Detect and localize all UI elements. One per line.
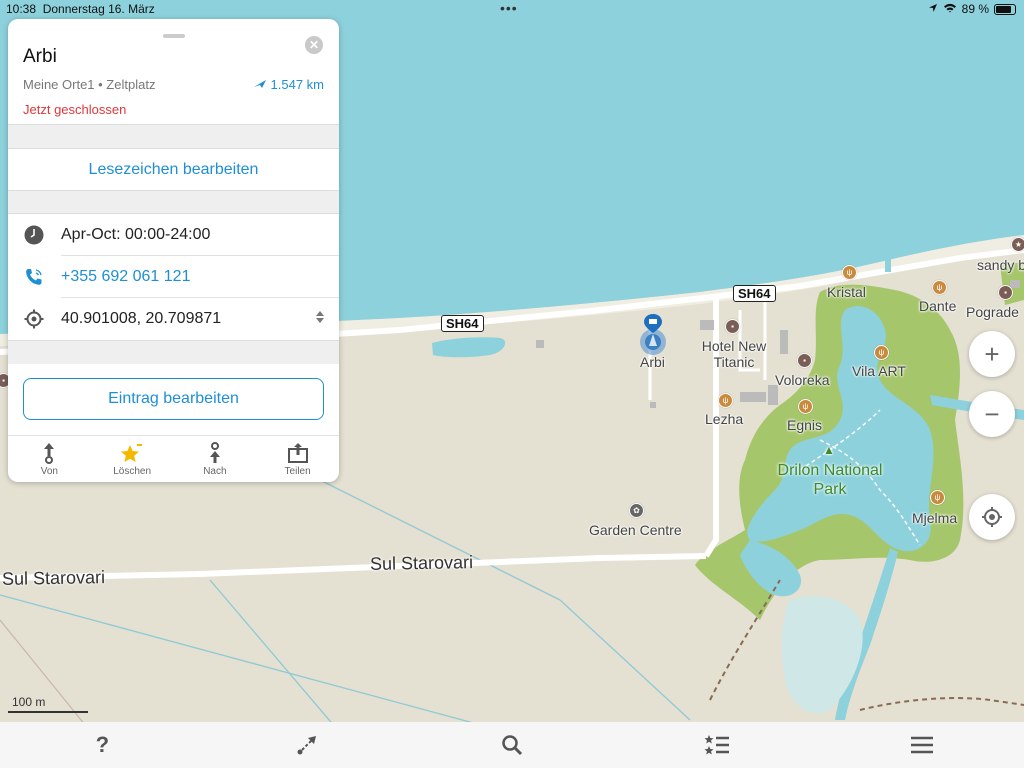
map-scale-bar xyxy=(8,711,88,713)
route-icon xyxy=(297,736,317,755)
poi-label-vila-art[interactable]: Vila ART xyxy=(852,363,906,379)
zoom-in-button[interactable]: + xyxy=(969,331,1015,377)
coordinates-text: 40.901008, 20.709871 xyxy=(61,310,222,327)
poi-label-arbi[interactable]: Arbi xyxy=(640,354,665,370)
minus-icon: − xyxy=(984,398,1000,429)
poi-label-kristal[interactable]: Kristal xyxy=(827,284,866,300)
poi-label-garden-centre[interactable]: Garden Centre xyxy=(589,522,682,538)
open-status: Jetzt geschlossen xyxy=(23,102,127,117)
map-scale-label: 100 m xyxy=(12,695,46,709)
restaurant-icon[interactable]: ψ xyxy=(874,345,889,360)
menu-icon xyxy=(910,736,933,754)
restaurant-icon[interactable]: ψ xyxy=(932,280,947,295)
battery-icon xyxy=(994,3,1016,15)
wifi-icon xyxy=(943,2,957,16)
poi-label-mjelma[interactable]: Mjelma xyxy=(912,510,957,526)
road-label-sul-starovari: Sul Starovari xyxy=(1,567,106,589)
multitask-dots-icon[interactable]: ••• xyxy=(500,0,518,16)
poi-label-hotel[interactable]: Hotel New Titanic xyxy=(697,338,771,370)
pin-icon xyxy=(640,314,666,355)
selected-place-pin[interactable] xyxy=(639,313,667,355)
hotel-icon[interactable]: ▪ xyxy=(725,319,740,334)
status-bar: 10:38 Donnerstag 16. März ••• 89 % xyxy=(0,0,1024,18)
help-icon: ? xyxy=(95,732,110,757)
sort-toggle-icon[interactable] xyxy=(315,310,325,329)
help-button[interactable]: ? xyxy=(82,725,122,765)
route-from-button[interactable]: Von xyxy=(8,436,91,482)
search-icon xyxy=(502,735,523,756)
status-time: 10:38 Donnerstag 16. März xyxy=(6,2,155,16)
poi-label-egnis[interactable]: Egnis xyxy=(787,417,822,433)
section-gap xyxy=(8,124,339,149)
place-card: ✕ Arbi Meine Orte1 • Zeltplatz 1.547 km … xyxy=(8,19,339,482)
poi-label-dante[interactable]: Dante xyxy=(919,298,956,314)
opening-hours-text: Apr-Oct: 00:00-24:00 xyxy=(61,226,211,243)
status-right: 89 % xyxy=(928,2,1016,16)
route-to-icon xyxy=(209,442,220,463)
place-subtitle: Meine Orte1 • Zeltplatz xyxy=(23,77,156,92)
distance-indicator: 1.547 km xyxy=(253,77,324,92)
close-button[interactable]: ✕ xyxy=(305,36,323,54)
road-shield-sh64: SH64 xyxy=(441,315,484,332)
my-location-button[interactable] xyxy=(969,494,1015,540)
opening-hours-row[interactable]: Apr-Oct: 00:00-24:00 xyxy=(8,214,339,256)
direction-arrow-icon xyxy=(253,77,267,92)
edit-bookmark-button[interactable]: Lesezeichen bearbeiten xyxy=(8,149,339,191)
location-arrow-icon xyxy=(928,2,938,16)
plus-icon: + xyxy=(984,338,1000,369)
park-tree-icon: ▲ xyxy=(823,443,835,457)
road-shield-sh64: SH64 xyxy=(733,285,776,302)
restaurant-icon[interactable]: ψ xyxy=(718,393,733,408)
menu-button[interactable] xyxy=(902,725,942,765)
close-icon: ✕ xyxy=(308,38,320,52)
restaurant-icon[interactable]: ψ xyxy=(842,265,857,280)
distance-value: 1.547 km xyxy=(270,77,324,92)
route-from-icon xyxy=(44,443,55,464)
bottom-toolbar: ? xyxy=(0,722,1024,768)
poi-label-voloreka[interactable]: Voloreka xyxy=(775,372,829,388)
poi-label-pogradec[interactable]: Pograde xyxy=(966,304,1019,320)
park-label-drilon[interactable]: Drilon National Park xyxy=(770,461,890,499)
section-gap xyxy=(8,340,339,364)
section-gap xyxy=(8,190,339,214)
restaurant-icon[interactable]: ψ xyxy=(798,399,813,414)
crosshair-icon xyxy=(24,309,44,329)
hotel-icon[interactable]: ▪ xyxy=(797,353,812,368)
card-action-bar: Von Löschen Nach Teilen xyxy=(8,435,339,482)
share-label: Teilen xyxy=(284,466,311,477)
poi-label-sandy[interactable]: sandy b xyxy=(977,257,1024,273)
share-icon xyxy=(287,443,308,463)
delete-bookmark-label: Löschen xyxy=(113,466,152,477)
hotel-icon[interactable]: ▪ xyxy=(998,285,1013,300)
locate-icon xyxy=(982,507,1002,527)
route-from-label: Von xyxy=(40,466,58,477)
phone-number-link[interactable]: +355 692 061 121 xyxy=(61,268,190,286)
route-to-label: Nach xyxy=(203,466,227,477)
battery-percent: 89 % xyxy=(961,2,989,16)
share-button[interactable]: Teilen xyxy=(256,436,339,482)
coordinates-row[interactable]: 40.901008, 20.709871 xyxy=(8,298,339,340)
poi-label-lezha[interactable]: Lezha xyxy=(705,411,743,427)
bookmark-star-icon xyxy=(121,444,143,462)
garden-centre-icon[interactable]: ✿ xyxy=(629,503,644,518)
card-grabber[interactable] xyxy=(163,34,185,38)
star-poi-icon[interactable]: ★ xyxy=(1011,237,1024,252)
zoom-out-button[interactable]: − xyxy=(969,391,1015,437)
place-title: Arbi xyxy=(23,46,57,67)
bookmarks-icon xyxy=(704,735,729,755)
restaurant-icon[interactable]: ψ xyxy=(930,490,945,505)
road-label-sul-starovari: Sul Starovari xyxy=(369,552,474,574)
route-to-button[interactable]: Nach xyxy=(174,436,257,482)
search-button[interactable] xyxy=(492,725,532,765)
clock-icon xyxy=(24,225,44,245)
phone-row[interactable]: +355 692 061 121 xyxy=(8,256,339,298)
delete-bookmark-button[interactable]: Löschen xyxy=(91,436,174,482)
phone-icon xyxy=(24,267,44,287)
bookmarks-button[interactable] xyxy=(697,725,737,765)
edit-entry-button[interactable]: Eintrag bearbeiten xyxy=(23,378,324,420)
route-button[interactable] xyxy=(287,725,327,765)
